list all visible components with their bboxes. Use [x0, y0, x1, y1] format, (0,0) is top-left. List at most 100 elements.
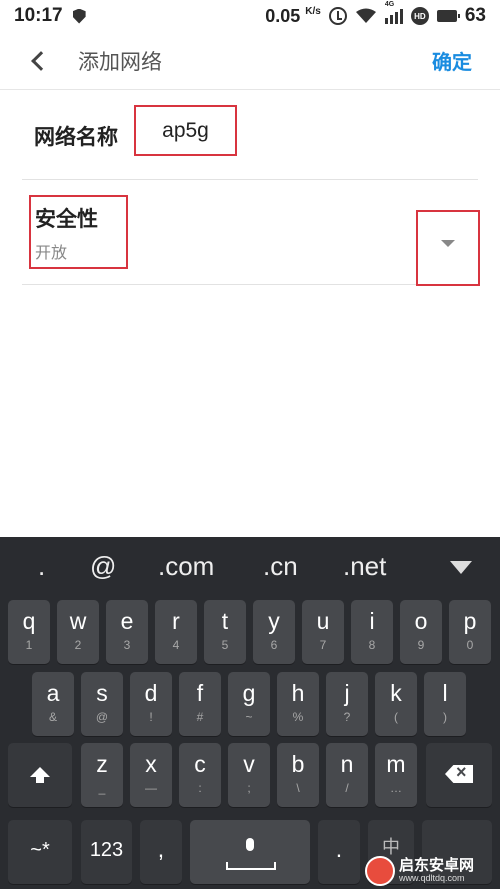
key-w[interactable]: w2 — [57, 600, 99, 664]
page-title: 添加网络 — [78, 50, 162, 74]
key-o[interactable]: o9 — [400, 600, 442, 664]
key-sub-label: 5 — [221, 638, 229, 652]
key-sub-label: ? — [343, 710, 351, 724]
shift-icon — [30, 767, 50, 783]
suggestion-dot[interactable]: . — [38, 551, 45, 582]
signal-icon: 4G — [384, 1, 403, 24]
wifi-icon — [355, 8, 376, 23]
key-n[interactable]: n / — [326, 743, 368, 807]
key-label: r — [172, 608, 180, 634]
key-v[interactable]: v; — [228, 743, 270, 807]
symbols-key[interactable]: ~* — [8, 820, 72, 884]
comma-key[interactable]: , — [140, 820, 182, 884]
watermark-name: 启东安卓网 — [399, 856, 475, 874]
key-label: o — [414, 608, 428, 634]
key-label: z — [96, 751, 108, 777]
numbers-key[interactable]: 123 — [81, 820, 132, 884]
key-label: v — [243, 751, 255, 777]
key-label: q — [22, 608, 36, 634]
security-row[interactable]: 安全性 开放 — [22, 180, 480, 286]
key-label: g — [242, 680, 256, 706]
key-sub-label: 4 — [172, 638, 180, 652]
network-speed: 0.05 K/s — [265, 6, 321, 27]
key-label: f — [196, 680, 204, 706]
key-m[interactable]: m… — [375, 743, 417, 807]
key-sub-label: \ — [296, 781, 300, 795]
key-c[interactable]: c: — [179, 743, 221, 807]
key-label: w — [69, 608, 87, 634]
key-label: k — [390, 680, 402, 706]
network-name-input[interactable]: ap5g — [134, 105, 237, 156]
key-sub-label: 3 — [123, 638, 131, 652]
key-sub-label: @ — [95, 710, 109, 724]
key-label: l — [442, 680, 448, 706]
key-label: s — [96, 680, 108, 706]
key-label: j — [344, 680, 350, 706]
key-g[interactable]: g ~ — [228, 672, 270, 736]
key-h[interactable]: h% — [277, 672, 319, 736]
period-key[interactable]: . — [318, 820, 360, 884]
watermark-url: www.qdltdq.com — [399, 872, 465, 883]
shift-key[interactable] — [8, 743, 72, 807]
key-q[interactable]: q1 — [8, 600, 50, 664]
mic-icon — [246, 838, 254, 851]
backspace-key[interactable] — [426, 743, 492, 807]
key-a[interactable]: a & — [32, 672, 74, 736]
key-sub-label: : — [198, 781, 202, 795]
hd-icon: HD — [410, 7, 429, 25]
confirm-button[interactable]: 确定 — [432, 46, 472, 75]
key-e[interactable]: e3 — [106, 600, 148, 664]
key-sub-label: 6 — [270, 638, 278, 652]
suggestion-net[interactable]: .net — [343, 551, 386, 582]
key-label: , — [157, 836, 165, 862]
security-dropdown[interactable] — [416, 210, 480, 286]
network-type-label: 4G — [384, 1, 395, 8]
collapse-keyboard-icon[interactable] — [450, 561, 472, 574]
space-key[interactable] — [190, 820, 310, 884]
key-s[interactable]: s @ — [81, 672, 123, 736]
suggestion-cn[interactable]: .cn — [263, 551, 298, 582]
key-u[interactable]: u7 — [302, 600, 344, 664]
key-j[interactable]: j? — [326, 672, 368, 736]
key-i[interactable]: i8 — [351, 600, 393, 664]
key-label: ~* — [30, 839, 50, 861]
key-label: b — [291, 751, 305, 777]
key-label: i — [369, 608, 375, 634]
dropdown-arrow-icon — [441, 239, 455, 247]
suggestion-at[interactable]: @ — [90, 551, 116, 582]
space-icon — [226, 862, 276, 870]
key-p[interactable]: p0 — [449, 600, 491, 664]
key-sub-label: 7 — [319, 638, 327, 652]
key-k[interactable]: k( — [375, 672, 417, 736]
key-sub-label: 1 — [25, 638, 33, 652]
key-label: y — [268, 608, 280, 634]
key-sub-label: 0 — [466, 638, 474, 652]
key-d[interactable]: d! — [130, 672, 172, 736]
security-field[interactable]: 安全性 开放 — [29, 195, 128, 269]
key-sub-label: ; — [247, 781, 251, 795]
soft-keyboard: . @ .com .cn .net q1 w2 e3 r4 t5 y6 u7 i… — [0, 537, 500, 889]
key-x[interactable]: x — — [130, 743, 172, 807]
status-bar: 10:17 0.05 K/s 4G HD 63 — [0, 0, 500, 32]
status-time: 10:17 — [14, 5, 63, 26]
key-z[interactable]: z _ — [81, 743, 123, 807]
key-b[interactable]: b \ — [277, 743, 319, 807]
network-name-label: 网络名称 — [34, 125, 118, 149]
suggestion-bar: . @ .com .cn .net — [0, 537, 500, 597]
back-button[interactable] — [12, 32, 70, 90]
key-label: u — [316, 608, 330, 634]
key-r[interactable]: r4 — [155, 600, 197, 664]
key-label: a — [46, 680, 60, 706]
key-t[interactable]: t5 — [204, 600, 246, 664]
key-label: e — [120, 608, 134, 634]
alarm-icon — [328, 7, 347, 25]
title-bar: 添加网络 确定 — [0, 32, 500, 90]
key-label: c — [194, 751, 206, 777]
key-sub-label: 2 — [74, 638, 82, 652]
key-y[interactable]: y6 — [253, 600, 295, 664]
key-sub-label: % — [292, 710, 304, 724]
key-f[interactable]: f # — [179, 672, 221, 736]
key-l[interactable]: l) — [424, 672, 466, 736]
suggestion-com[interactable]: .com — [158, 551, 214, 582]
key-sub-label: ( — [394, 710, 398, 724]
